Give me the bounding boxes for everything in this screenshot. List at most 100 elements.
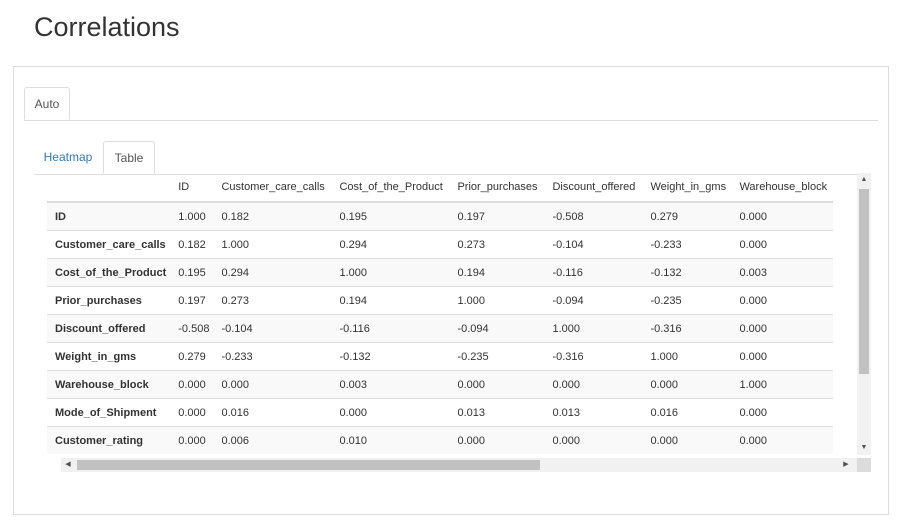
table-cell: 0.279 xyxy=(172,342,216,371)
table-cell: 0.000 xyxy=(172,426,216,454)
table-row: Customer_care_calls 0.182 1.000 0.294 0.273-… xyxy=(47,230,834,259)
table-row: Prior_purchases 0.197 0.273 0.194 1.000 -0.09… xyxy=(47,286,834,315)
row-header: Mode_of_Shipment xyxy=(47,398,173,427)
row-header: Cost_of_the_Product xyxy=(47,258,173,287)
table-cell: 0.000 xyxy=(733,342,834,371)
column-header: Customer_care_calls xyxy=(215,173,334,203)
table-cell: 0.279 xyxy=(644,201,734,231)
table-cell: 0.294 xyxy=(215,258,334,287)
row-header: Weight_in_gms xyxy=(47,342,173,371)
table-body: ID 1.000 0.182 0.195 0.197 -0.508 0.279 0.000 Cu… xyxy=(47,201,834,454)
tab-heatmap[interactable]: Heatmap xyxy=(34,141,102,174)
table-cell: 1.000 xyxy=(215,230,334,259)
horizontal-scrollbar[interactable]: ◀ ▶ xyxy=(61,458,871,472)
table-cell: 0.000 xyxy=(172,370,216,399)
row-header: Customer_care_calls xyxy=(47,230,173,259)
table-row: Customer_rating 0.000 0.006 0.010 0.000 0.000… xyxy=(47,426,834,454)
horizontal-scroll-thumb[interactable] xyxy=(77,460,540,470)
table-cell: 0.000 xyxy=(546,426,645,454)
table-cell: -0.316 xyxy=(644,314,734,343)
table-cell: 0.294 xyxy=(333,230,452,259)
table-cell: -0.132 xyxy=(333,342,452,371)
table-cell: 1.000 xyxy=(546,314,645,343)
table-cell: -0.094 xyxy=(451,314,547,343)
scroll-up-icon[interactable]: ▲ xyxy=(857,173,871,187)
table-row: Warehouse_block 0.000 0.000 0.003 0.000 0.000… xyxy=(47,370,834,399)
scroll-down-icon[interactable]: ▼ xyxy=(857,441,871,455)
table-cell: -0.104 xyxy=(215,314,334,343)
table-row: Cost_of_the_Product 0.195 0.294 1.000 0.194-… xyxy=(47,258,834,287)
table-cell: 1.000 xyxy=(172,201,216,231)
table-cell: 0.006 xyxy=(215,426,334,454)
scrollbar-corner xyxy=(857,458,871,472)
table-cell: 0.182 xyxy=(172,230,216,259)
table-cell: 0.016 xyxy=(215,398,334,427)
table-cell: 0.000 xyxy=(733,314,834,343)
table-cell: 1.000 xyxy=(451,286,547,315)
table-cell: -0.116 xyxy=(546,258,645,287)
table-cell: 1.000 xyxy=(644,342,734,371)
correlations-panel: Auto Heatmap Table ID Customer_care_calls… xyxy=(13,66,889,515)
table-viewport[interactable]: ID Customer_care_calls Cost_of_the_Product… xyxy=(47,173,857,455)
table-cell: 0.273 xyxy=(215,286,334,315)
tab-auto[interactable]: Auto xyxy=(24,87,70,120)
table-cell: 0.000 xyxy=(733,201,834,231)
page-title: Correlations xyxy=(34,12,180,42)
column-header: Discount_offered xyxy=(546,173,645,203)
table-cell: -0.508 xyxy=(172,314,216,343)
table-cell: 0.194 xyxy=(451,258,547,287)
table-cell: 0.195 xyxy=(333,201,452,231)
table-cell: -0.104 xyxy=(546,230,645,259)
table-cell: 0.000 xyxy=(644,426,734,454)
row-header: ID xyxy=(47,201,173,231)
table-cell: -0.233 xyxy=(215,342,334,371)
table-cell: 1.000 xyxy=(333,258,452,287)
table-cell: 0.000 xyxy=(546,370,645,399)
column-header: Warehouse_block xyxy=(733,173,834,203)
table-row: Discount_offered -0.508 -0.104 -0.116 -0.094… xyxy=(47,314,834,343)
column-header: Cost_of_the_Product xyxy=(333,173,452,203)
tab-table[interactable]: Table xyxy=(103,141,155,174)
table-cell: 0.013 xyxy=(451,398,547,427)
vertical-scroll-thumb[interactable] xyxy=(859,189,869,374)
row-header: Discount_offered xyxy=(47,314,173,343)
table-cell: 1.000 xyxy=(733,370,834,399)
table-cell: 0.000 xyxy=(644,370,734,399)
row-header: Customer_rating xyxy=(47,426,173,454)
table-cell: 0.003 xyxy=(333,370,452,399)
scroll-right-icon[interactable]: ▶ xyxy=(839,458,853,472)
corner-header-cell xyxy=(47,173,173,203)
table-cell: 0.016 xyxy=(644,398,734,427)
column-header: ID xyxy=(172,173,216,203)
table-cell: 0.000 xyxy=(333,398,452,427)
table-cell: 0.195 xyxy=(172,258,216,287)
table-cell: 0.013 xyxy=(546,398,645,427)
scroll-left-icon[interactable]: ◀ xyxy=(61,458,75,472)
table-cell: 0.000 xyxy=(733,426,834,454)
table-cell: -0.235 xyxy=(644,286,734,315)
table-cell: 0.197 xyxy=(451,201,547,231)
table-cell: 0.000 xyxy=(451,426,547,454)
outer-tab-bar: Auto xyxy=(24,87,878,121)
vertical-scrollbar[interactable]: ▲ ▼ xyxy=(857,173,871,455)
table-cell: -0.116 xyxy=(333,314,452,343)
table-cell: 0.197 xyxy=(172,286,216,315)
table-cell: 0.000 xyxy=(733,286,834,315)
table-cell: -0.316 xyxy=(546,342,645,371)
column-header: Weight_in_gms xyxy=(644,173,734,203)
column-header: Prior_purchases xyxy=(451,173,547,203)
row-header: Prior_purchases xyxy=(47,286,173,315)
table-cell: 0.000 xyxy=(451,370,547,399)
table-row: ID 1.000 0.182 0.195 0.197 -0.508 0.279 0.000 xyxy=(47,201,834,231)
table-cell: -0.094 xyxy=(546,286,645,315)
header-row: ID Customer_care_calls Cost_of_the_Product… xyxy=(47,173,834,203)
table-cell: 0.010 xyxy=(333,426,452,454)
table-cell: 0.273 xyxy=(451,230,547,259)
table-cell: 0.003 xyxy=(733,258,834,287)
table-cell: 0.182 xyxy=(215,201,334,231)
table-cell: 0.194 xyxy=(333,286,452,315)
table-cell: -0.235 xyxy=(451,342,547,371)
table-cell: 0.000 xyxy=(733,398,834,427)
table-row: Weight_in_gms 0.279 -0.233 -0.132 -0.235 -0.3… xyxy=(47,342,834,371)
correlation-table: ID Customer_care_calls Cost_of_the_Product… xyxy=(47,173,834,454)
